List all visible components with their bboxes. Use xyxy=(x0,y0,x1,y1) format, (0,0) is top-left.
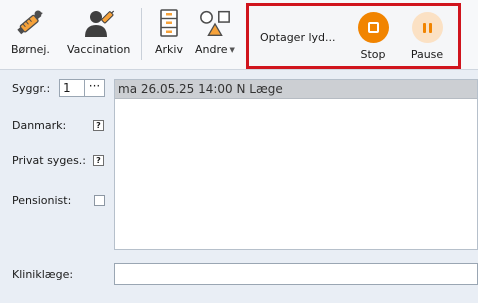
pensionist-checkbox[interactable] xyxy=(94,195,105,206)
pause-label: Pause xyxy=(410,48,444,61)
toolbar-divider xyxy=(141,8,142,60)
vaccination-button[interactable]: Vaccination xyxy=(67,8,130,62)
stop-label: Stop xyxy=(360,48,386,61)
privat-syges-help-icon[interactable]: ? xyxy=(93,155,104,166)
danmark-label: Danmark: xyxy=(12,119,67,132)
pause-recording-button[interactable]: Pause xyxy=(402,12,452,62)
pause-icon xyxy=(411,12,443,43)
journal-note-panel[interactable]: ma 26.05.25 14:00 N Læge xyxy=(114,79,478,250)
arkiv-button[interactable]: Arkiv xyxy=(152,8,186,62)
sygrp-lookup-button[interactable]: ··· xyxy=(85,79,105,97)
kliniklaege-input[interactable] xyxy=(114,263,478,285)
pensionist-label: Pensionist: xyxy=(12,194,72,207)
andre-label: Andre xyxy=(195,43,228,56)
privat-syges-label: Privat syges.: xyxy=(12,154,87,167)
syringe-child-icon xyxy=(13,8,47,38)
andre-label-wrap: Andre ▼ xyxy=(195,43,235,56)
shapes-icon xyxy=(198,8,232,38)
stop-recording-button[interactable]: Stop xyxy=(348,12,398,62)
bornej-label: Børnej. xyxy=(11,43,50,56)
recording-panel: Optager lyd... Stop Pause xyxy=(246,3,461,69)
arkiv-label: Arkiv xyxy=(155,43,183,56)
archive-icon xyxy=(152,8,186,38)
kliniklaege-label: Kliniklæge: xyxy=(12,268,74,281)
danmark-help-icon[interactable]: ? xyxy=(93,120,104,131)
stop-icon xyxy=(357,12,389,43)
sygrp-label: Syggr.: xyxy=(12,82,51,95)
sygrp-input[interactable]: 1 xyxy=(59,79,85,97)
vaccination-label: Vaccination xyxy=(67,43,131,56)
andre-button[interactable]: Andre ▼ xyxy=(195,8,235,62)
recording-status: Optager lyd... xyxy=(260,31,336,44)
journal-note-header: ma 26.05.25 14:00 N Læge xyxy=(115,80,477,99)
bornej-button[interactable]: Børnej. xyxy=(11,8,50,62)
toolbar: Børnej. Vaccination Arkiv Andre ▼ Optage… xyxy=(0,0,478,70)
vaccination-user-icon xyxy=(82,8,116,38)
chevron-down-icon: ▼ xyxy=(229,46,235,54)
